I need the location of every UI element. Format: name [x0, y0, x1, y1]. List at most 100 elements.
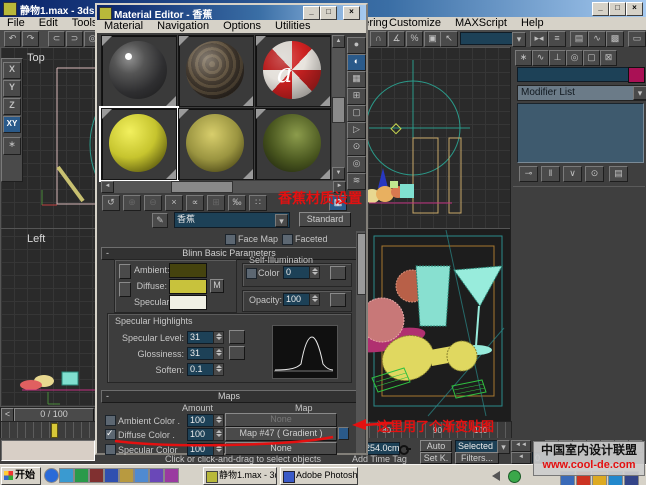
- tab-display-icon[interactable]: ▢: [583, 50, 600, 66]
- remove-modifier-icon[interactable]: ⊙: [585, 166, 604, 182]
- sample-slot-darkgreen[interactable]: [255, 108, 331, 180]
- prev-frame-button[interactable]: <: [1, 408, 14, 422]
- axis-xy-button[interactable]: XY: [3, 116, 21, 133]
- params-scroll-thumb[interactable]: [357, 233, 366, 295]
- taskbar-task-photoshop[interactable]: Adobe Photoshop: [280, 467, 358, 485]
- face-map-checkbox[interactable]: [225, 234, 236, 245]
- close-button[interactable]: ×: [626, 2, 643, 16]
- spinner-snap-icon[interactable]: ▣: [424, 31, 441, 47]
- volume-tray-icon[interactable]: [492, 471, 500, 481]
- tab-modify-icon[interactable]: ∿: [532, 50, 549, 66]
- menu-customize[interactable]: Customize: [382, 17, 448, 30]
- ambient-amount-spinner[interactable]: [213, 414, 224, 427]
- material-name-arrow-icon[interactable]: ▾: [275, 214, 288, 227]
- me-menu-utilities[interactable]: Utilities: [268, 20, 317, 33]
- glossiness-spinner[interactable]: [213, 347, 224, 360]
- tab-create-icon[interactable]: ∗: [515, 50, 532, 66]
- sample-slot-cracked[interactable]: [178, 35, 254, 107]
- percent-snap-icon[interactable]: %: [406, 31, 423, 47]
- specular-color-swatch[interactable]: [169, 295, 207, 310]
- sample-slot-banana-selected[interactable]: [101, 108, 177, 180]
- show-end-result-stack-icon[interactable]: ‖: [541, 166, 560, 182]
- menu-help[interactable]: Help: [514, 17, 551, 30]
- pick-material-eyedropper-icon[interactable]: ✎: [152, 213, 168, 228]
- set-key-button[interactable]: Set K.: [420, 452, 452, 464]
- quicklaunch-icon[interactable]: [89, 468, 104, 483]
- soften-spinner[interactable]: [213, 363, 224, 376]
- material-type-button[interactable]: Standard: [299, 212, 351, 227]
- opacity-map-button[interactable]: [330, 293, 346, 307]
- tab-hierarchy-icon[interactable]: ⊥: [549, 50, 566, 66]
- show-end-result-icon[interactable]: ∷: [249, 195, 267, 211]
- render-setup-icon[interactable]: ▭: [628, 31, 646, 47]
- reset-map-icon[interactable]: ×: [165, 195, 183, 211]
- specular-map-button[interactable]: None: [225, 442, 337, 455]
- quicklaunch-icon[interactable]: [119, 468, 134, 483]
- ambient-map-checkbox[interactable]: [105, 415, 116, 426]
- put-to-library-icon[interactable]: ⊞: [207, 195, 225, 211]
- me-menu-material[interactable]: Material: [97, 20, 150, 33]
- lock-diffuse-specular-button[interactable]: [119, 282, 131, 297]
- material-editor-titlebar[interactable]: Material Editor - 香蕉 _ □ ×: [97, 5, 366, 20]
- material-options-icon[interactable]: ⊙: [347, 139, 366, 156]
- axis-x-button[interactable]: X: [3, 62, 21, 79]
- menu-maxscript[interactable]: MAXScript: [448, 17, 514, 30]
- assign-to-selection-icon[interactable]: ⊖: [144, 195, 162, 211]
- restore-button[interactable]: □: [609, 2, 626, 16]
- me-close-button[interactable]: ×: [343, 6, 360, 20]
- video-color-check-icon[interactable]: ▢: [347, 105, 366, 122]
- menu-file[interactable]: File: [0, 17, 32, 30]
- menu-edit[interactable]: Edit: [32, 17, 65, 30]
- material-name-dropdown[interactable]: 香蕉 ▾: [174, 212, 290, 228]
- select-link-icon[interactable]: ⊂: [48, 31, 65, 47]
- layer-manager-icon[interactable]: ▤: [570, 31, 588, 47]
- viewport-left-label[interactable]: Left: [27, 233, 45, 245]
- ambient-color-swatch[interactable]: [169, 263, 207, 278]
- modifier-stack[interactable]: [517, 103, 644, 163]
- prev-frame-icon[interactable]: ◄: [511, 452, 531, 464]
- diffuse-map-checkbox[interactable]: [105, 429, 116, 440]
- self-illum-color-checkbox[interactable]: [246, 268, 257, 279]
- object-name-field[interactable]: [517, 67, 629, 82]
- ambient-map-button[interactable]: None: [225, 413, 337, 427]
- add-time-tag[interactable]: Add Time Tag: [352, 454, 407, 464]
- lock-ambient-diffuse-button[interactable]: [119, 264, 131, 279]
- axis-z-button[interactable]: Z: [3, 98, 21, 115]
- me-minimize-button[interactable]: _: [303, 6, 320, 20]
- tray-app-icon[interactable]: [508, 470, 521, 483]
- scroll-down-icon[interactable]: ▼: [332, 167, 345, 180]
- glossiness-map-button[interactable]: [229, 346, 245, 360]
- minimize-button[interactable]: _: [592, 2, 609, 16]
- opacity-spinner[interactable]: [309, 293, 320, 306]
- diffuse-color-swatch[interactable]: [169, 279, 207, 294]
- sample-slot-checker[interactable]: a: [255, 35, 331, 107]
- unlink-icon[interactable]: ⊃: [66, 31, 83, 47]
- scroll-thumb[interactable]: [171, 181, 233, 193]
- named-selection-combo[interactable]: [460, 32, 518, 45]
- quicklaunch-ie-icon[interactable]: [44, 468, 59, 483]
- specular-amount-spinner[interactable]: [213, 443, 224, 456]
- tab-motion-icon[interactable]: ◎: [566, 50, 583, 66]
- background-icon[interactable]: ▦: [347, 71, 366, 88]
- redo-icon[interactable]: ↷: [22, 31, 39, 47]
- viewport-top-label[interactable]: Top: [27, 52, 45, 64]
- make-unique-stack-icon[interactable]: ∨: [563, 166, 582, 182]
- pin-stack-icon[interactable]: ⊸: [519, 166, 538, 182]
- self-illum-spinner[interactable]: [309, 266, 320, 279]
- scroll-left-icon[interactable]: ◄: [101, 181, 114, 193]
- quicklaunch-icon[interactable]: [149, 468, 164, 483]
- select-by-material-icon[interactable]: ◎: [347, 156, 366, 173]
- tab-utilities-icon[interactable]: ⊠: [600, 50, 617, 66]
- go-to-start-icon[interactable]: ◄◄: [511, 440, 531, 452]
- undo-icon[interactable]: ↶: [4, 31, 21, 47]
- align-icon[interactable]: ≡: [548, 31, 566, 47]
- object-color-swatch[interactable]: [628, 67, 645, 83]
- modifier-list-dropdown[interactable]: Modifier List ▾: [517, 85, 646, 101]
- viewport-camera[interactable]: [367, 228, 512, 422]
- configure-stack-icon[interactable]: ▤: [609, 166, 628, 182]
- angle-snap-icon[interactable]: ∡: [388, 31, 405, 47]
- me-restore-button[interactable]: □: [320, 6, 337, 20]
- schematic-view-icon[interactable]: ▩: [606, 31, 624, 47]
- make-preview-icon[interactable]: ▷: [347, 122, 366, 139]
- sample-slot-olive[interactable]: [178, 108, 254, 180]
